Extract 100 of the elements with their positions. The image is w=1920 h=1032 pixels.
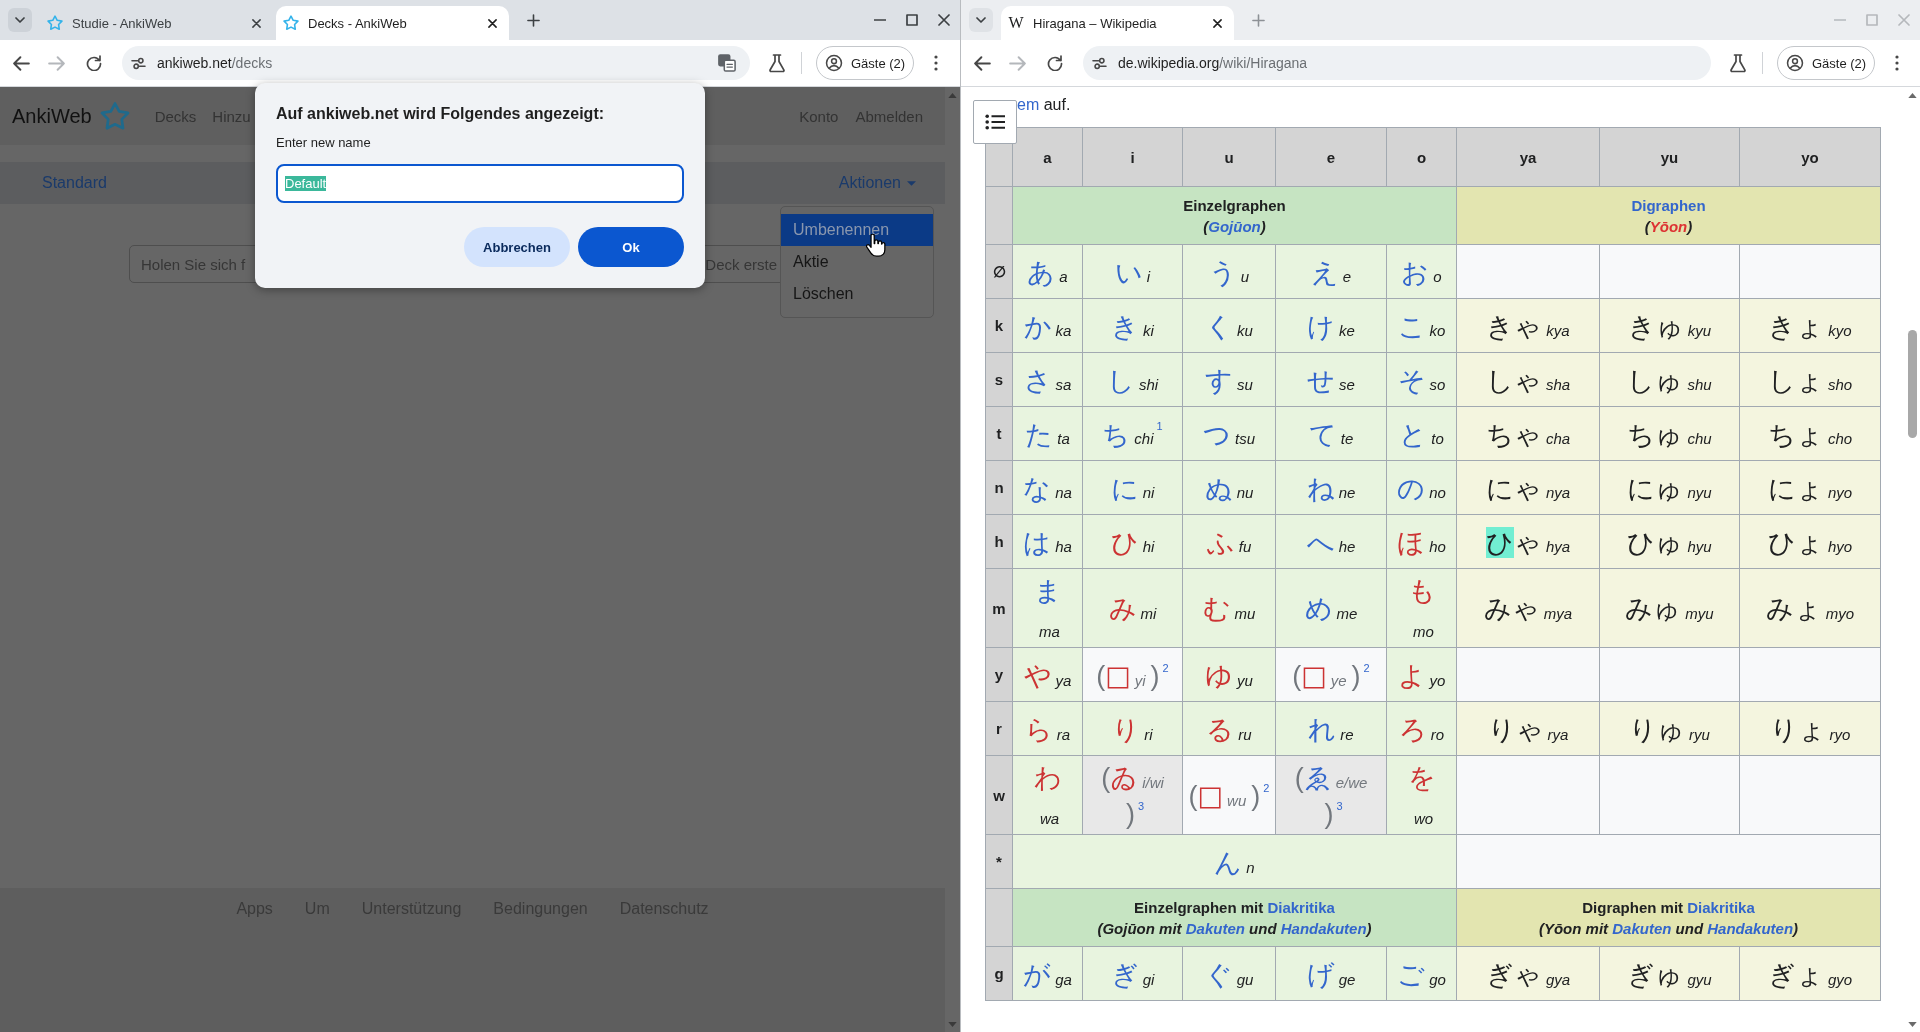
address-bar[interactable]: de.wikipedia.org/wiki/Hiragana [1083, 46, 1711, 80]
tab-search-button[interactable] [8, 8, 32, 32]
reload-icon[interactable] [86, 55, 102, 71]
menu-item[interactable]: Aktie [781, 246, 933, 278]
plus-icon[interactable] [527, 13, 540, 27]
kana-character: ゑ [1303, 761, 1332, 796]
footnote-link[interactable]: 3 [1336, 800, 1343, 813]
text-link[interactable]: Diakritika [1267, 898, 1335, 916]
kana-characters: ちょ [1767, 417, 1824, 452]
chevron-down-icon [976, 17, 986, 23]
back-arrow-icon[interactable] [13, 55, 30, 71]
menu-item[interactable]: Löschen [781, 278, 933, 310]
browser-tab[interactable]: Decks - AnkiWeb [276, 6, 509, 40]
kana-character: り [1112, 712, 1141, 747]
kana-characters: ぎゃ [1485, 957, 1542, 992]
close-icon[interactable] [938, 14, 950, 26]
flask-icon[interactable] [769, 53, 785, 73]
column-header: u [1182, 127, 1276, 187]
menu-item[interactable]: Umbenennen [781, 214, 933, 246]
browser-tab[interactable]: W Hiragana – Wikipedia [1001, 6, 1234, 40]
romanization: myo [1825, 605, 1855, 622]
column-header: yo [1739, 127, 1881, 187]
address-bar[interactable]: ankiweb.net/decks [122, 46, 750, 80]
kana-character: よ [1397, 658, 1426, 693]
romanization: kyo [1828, 322, 1852, 340]
kana-character: や [1023, 658, 1052, 693]
placeholder-glyph: □ [1197, 779, 1224, 814]
back-arrow-icon[interactable] [974, 55, 991, 71]
romanization: sa [1055, 376, 1072, 394]
romanization: nya [1545, 484, 1571, 502]
romanization: mi [1140, 605, 1157, 622]
row-header: w [985, 755, 1013, 835]
kana-character: ぐ [1204, 957, 1233, 992]
close-icon[interactable] [252, 18, 261, 28]
contents-button[interactable] [973, 100, 1017, 144]
romanization: ge [1338, 970, 1356, 988]
flask-icon[interactable] [1730, 53, 1746, 73]
kana-characters: りゃ [1487, 712, 1544, 747]
star-logo-icon[interactable] [99, 101, 130, 131]
kana-character: ね [1306, 471, 1335, 506]
menu-icon[interactable] [1895, 55, 1899, 71]
close-icon[interactable] [1213, 18, 1222, 28]
site-settings-icon[interactable] [1092, 56, 1107, 70]
romanization: wu [1227, 792, 1247, 810]
maximize-icon[interactable] [906, 14, 918, 26]
column-header: o [1386, 127, 1457, 187]
kana-characters: りゅ [1629, 712, 1686, 747]
group-subheading: (Gojūon mit Dakuten und Handakuten) [1097, 918, 1372, 939]
kana-character: げ [1306, 957, 1335, 992]
romanization: gi [1142, 970, 1155, 988]
kana-characters: みゃ [1483, 592, 1540, 627]
romanization: o [1433, 268, 1442, 286]
text-link[interactable]: Dakuten [1612, 919, 1672, 937]
romanization: ho [1429, 538, 1446, 556]
footnote-link[interactable]: 3 [1137, 800, 1145, 813]
caret-icon [907, 180, 916, 186]
text-link[interactable]: Diakritika [1687, 898, 1755, 916]
text-link[interactable]: em [1017, 96, 1040, 113]
kana-characters: ちゃ [1485, 417, 1542, 452]
footnote-link[interactable]: 2 [1363, 661, 1370, 674]
bracket: ( [1101, 762, 1111, 796]
romanization: se [1339, 376, 1355, 394]
scroll-up-arrow-icon[interactable] [1908, 93, 1917, 98]
romanization: wo [1413, 810, 1434, 828]
tab-search-button[interactable] [969, 8, 993, 32]
cancel-button[interactable]: Abbrechen [464, 227, 570, 267]
kana-character: か [1023, 309, 1052, 344]
romanization: tsu [1235, 430, 1255, 448]
profile-button[interactable]: Gäste (2) [1777, 46, 1875, 80]
romanization: kya [1546, 322, 1570, 340]
kana-characters: にゅ [1627, 471, 1684, 506]
name-field[interactable]: Default [276, 164, 684, 203]
brand-name[interactable]: AnkiWeb [12, 104, 92, 128]
kana-character: ら [1024, 712, 1053, 747]
romanization: ryo [1829, 725, 1851, 743]
translate-icon[interactable] [718, 54, 736, 72]
footnote-link[interactable]: 1 [1156, 420, 1163, 433]
romanization: he [1338, 538, 1356, 556]
kana-character: む [1202, 592, 1231, 627]
text-link[interactable]: Digraphen [1631, 196, 1706, 214]
reload-icon[interactable] [1047, 55, 1063, 71]
close-icon[interactable] [488, 18, 497, 28]
menu-icon[interactable] [934, 55, 938, 71]
scroll-down-arrow-icon[interactable] [1908, 1022, 1917, 1027]
romanization: nyu [1687, 484, 1712, 502]
browser-tab[interactable]: Studie - AnkiWeb [40, 6, 273, 40]
group-heading: Digraphen mit Diakritika [1582, 897, 1755, 918]
site-settings-icon[interactable] [131, 56, 146, 70]
romanization: ye [1330, 671, 1347, 689]
footnote-link[interactable]: 2 [1162, 661, 1169, 674]
kana-characters: にょ [1767, 471, 1824, 506]
star-icon [47, 15, 63, 31]
text-link[interactable]: Gojūon [1208, 217, 1261, 235]
profile-button[interactable]: Gäste (2) [816, 46, 914, 80]
footnote-link[interactable]: 2 [1263, 782, 1270, 795]
romanization: wa [1039, 810, 1060, 828]
text-link[interactable]: Dakuten [1185, 919, 1245, 937]
scrollbar-thumb[interactable] [1908, 330, 1917, 438]
ok-button[interactable]: Ok [578, 227, 684, 267]
romanization: yi [1134, 671, 1146, 689]
